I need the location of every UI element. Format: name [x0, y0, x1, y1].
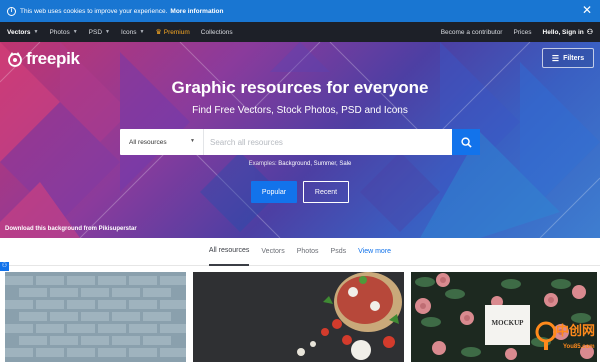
recent-button[interactable]: Recent — [303, 181, 349, 203]
view-more-link[interactable]: View more — [358, 238, 391, 266]
resource-type-select[interactable]: All resources ▼ — [120, 129, 204, 155]
resource-tabs: All resources Vectors Photos Psds View m… — [0, 238, 600, 266]
hero-title: Graphic resources for everyone — [171, 78, 429, 97]
become-contributor-link[interactable]: Become a contributor — [441, 29, 503, 36]
hero-buttons: Popular Recent — [0, 181, 600, 203]
brick-wall-image — [5, 272, 186, 362]
examples-label: Examples: — [248, 161, 277, 167]
crown-icon: ♛ — [155, 29, 162, 36]
nav-icons[interactable]: Icons ▼ — [121, 29, 145, 36]
nav-collections[interactable]: Collections — [201, 29, 233, 36]
hero-subtitle: Find Free Vectors, Stock Photos, PSD and… — [192, 105, 408, 116]
search-icon — [460, 136, 472, 148]
mockup-card: MOCKUP — [485, 305, 530, 345]
chevron-down-icon: ▼ — [190, 138, 195, 144]
top-navigation: Vectors ▼ Photos ▼ PSD ▼ Icons ▼ ♛ Premium Co… — [0, 22, 600, 42]
search-button[interactable] — [452, 129, 480, 155]
user-side-icon[interactable]: ⚇ — [0, 262, 9, 271]
nav-psd[interactable]: PSD ▼ — [89, 29, 110, 36]
chevron-down-icon: ▼ — [105, 29, 110, 35]
tab-psds[interactable]: Psds — [331, 238, 347, 266]
more-information-link[interactable]: More information — [170, 8, 223, 15]
search-input[interactable] — [204, 129, 452, 155]
info-icon: i — [7, 6, 16, 16]
chevron-down-icon: ▼ — [33, 29, 39, 35]
prices-link[interactable]: Prices — [513, 29, 531, 36]
user-icon: ⚇ — [586, 29, 593, 36]
background-credit-link[interactable]: Download this background from Pikisupers… — [5, 226, 137, 232]
nav-photos[interactable]: Photos ▼ — [49, 29, 77, 36]
search-examples: Examples: Background, Summer, Sale — [0, 161, 600, 167]
example-link-background[interactable]: Background, — [278, 161, 312, 167]
filters-button[interactable]: ☰ Filters — [542, 48, 594, 68]
freepik-logo-icon — [8, 52, 22, 67]
cookie-text: This web uses cookies to improve your ex… — [20, 7, 168, 15]
chevron-down-icon: ▼ — [72, 29, 78, 35]
watermark-text: 中创网 — [556, 323, 596, 338]
nav-right: Become a contributor Prices Hello, Sign … — [430, 22, 593, 42]
sliders-icon: ☰ — [551, 53, 560, 63]
freepik-logo[interactable]: freepik — [7, 49, 80, 69]
watermark-subtext: You85.com — [563, 344, 595, 350]
tab-all-resources[interactable]: All resources — [208, 238, 250, 266]
chevron-down-icon: ▼ — [139, 29, 145, 35]
food-ingredients-image — [193, 272, 404, 362]
filters-label: Filters — [563, 54, 585, 62]
popular-button[interactable]: Popular — [251, 181, 297, 203]
resource-type-value: All resources — [129, 138, 167, 146]
cookie-bar: i This web uses cookies to improve your … — [0, 0, 600, 22]
logo-text: freepik — [26, 49, 80, 68]
gallery-card-food[interactable] — [193, 272, 404, 362]
nav-premium[interactable]: ♛ Premium — [155, 28, 189, 37]
nav-vectors[interactable]: Vectors ▼ — [7, 29, 38, 36]
sign-in-link[interactable]: Hello, Sign in ⚇ — [543, 28, 593, 37]
mockup-label: MOCKUP — [491, 319, 524, 327]
example-link-summer[interactable]: Summer, — [314, 161, 338, 167]
example-link-sale[interactable]: Sale — [339, 161, 351, 167]
gallery-card-brick-wall[interactable] — [5, 272, 186, 362]
tab-vectors[interactable]: Vectors — [261, 238, 284, 266]
hero-banner: freepik ☰ Filters Graphic resources for … — [0, 42, 600, 238]
close-icon[interactable]: ✕ — [582, 4, 592, 16]
tab-photos[interactable]: Photos — [297, 238, 319, 266]
search-bar: All resources ▼ — [120, 129, 480, 155]
